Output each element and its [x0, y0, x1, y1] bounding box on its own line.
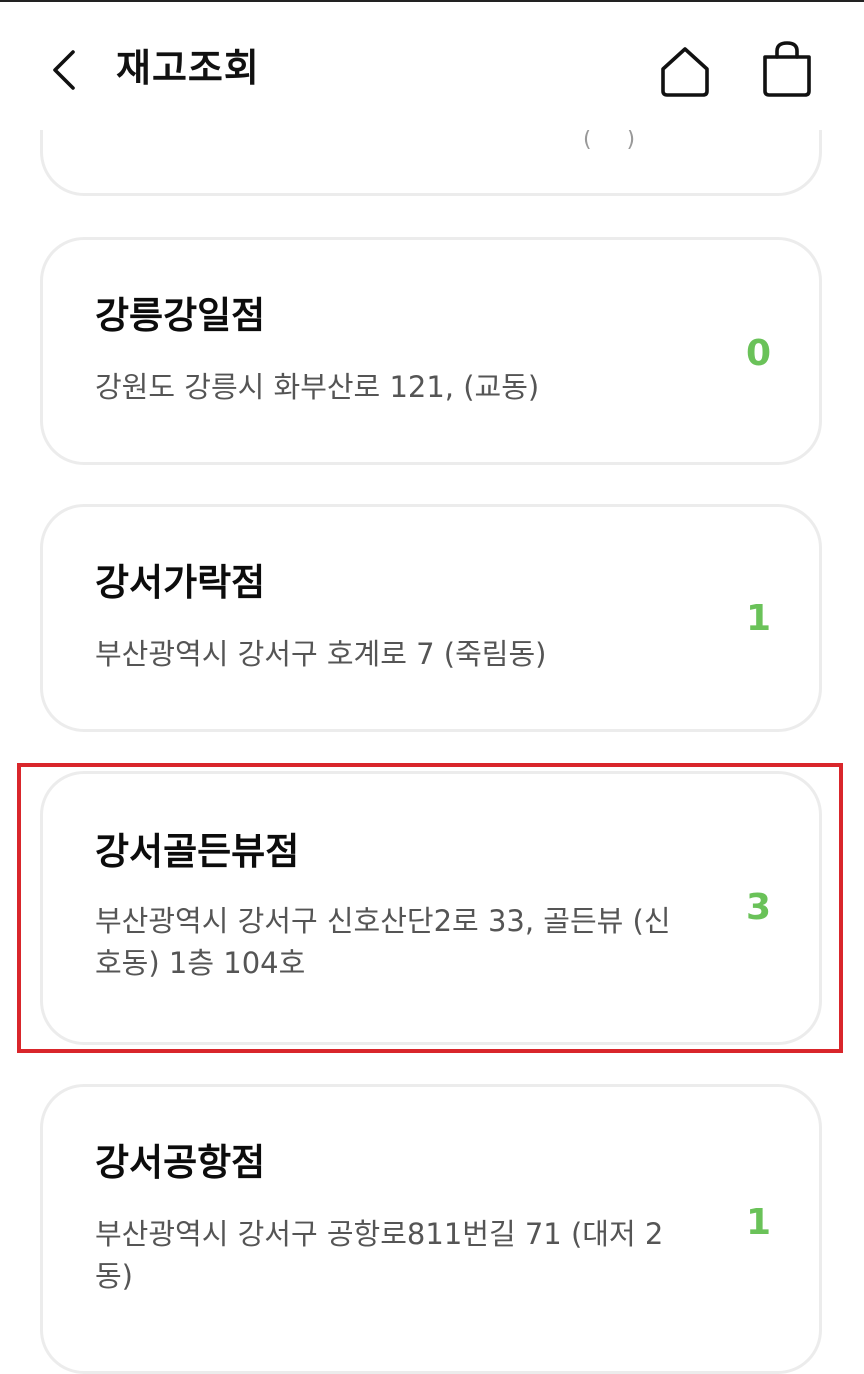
page-title: 재고조회	[116, 46, 260, 90]
store-card[interactable]: 강릉강일점 강원도 강릉시 화부산로 121, (교동) 0	[40, 237, 822, 465]
app-header: 재고조회	[0, 2, 864, 130]
store-name: 강서골든뷰점	[95, 830, 300, 873]
store-address: 부산광역시 강서구 신호산단2로 33, 골든뷰 (신호동) 1층 104호	[95, 904, 671, 980]
store-stock-count: 1	[745, 598, 771, 639]
store-name: 강서공항점	[95, 1141, 266, 1184]
store-stock-count: 3	[745, 887, 771, 928]
cart-button[interactable]	[752, 32, 822, 106]
store-stock-count: 1	[745, 1202, 771, 1243]
store-name: 강서가락점	[95, 561, 266, 604]
store-list[interactable]: ( ) 강릉강일점 강원도 강릉시 화부산로 121, (교동) 0 강서가락점…	[0, 0, 864, 1374]
store-card[interactable]: 강서골든뷰점 부산광역시 강서구 신호산단2로 33, 골든뷰 (신호동) 1층…	[40, 771, 822, 1045]
home-icon	[661, 47, 709, 97]
back-button[interactable]	[34, 32, 94, 108]
store-address: 부산광역시 강서구 호계로 7 (죽림동)	[95, 637, 547, 671]
chevron-left-icon	[53, 50, 75, 90]
store-address: 부산광역시 강서구 공항로811번길 71 (대저 2동)	[95, 1217, 664, 1293]
partial-address-fragment: ( )	[583, 127, 636, 152]
store-address: 강원도 강릉시 화부산로 121, (교동)	[95, 370, 540, 404]
store-card[interactable]: 강서가락점 부산광역시 강서구 호계로 7 (죽림동) 1	[40, 504, 822, 732]
store-name: 강릉강일점	[95, 294, 266, 337]
shopping-bag-icon	[763, 41, 811, 97]
store-stock-count: 0	[745, 333, 771, 374]
home-button[interactable]	[650, 36, 720, 106]
store-card[interactable]: 강서공항점 부산광역시 강서구 공항로811번길 71 (대저 2동) 1	[40, 1084, 822, 1374]
